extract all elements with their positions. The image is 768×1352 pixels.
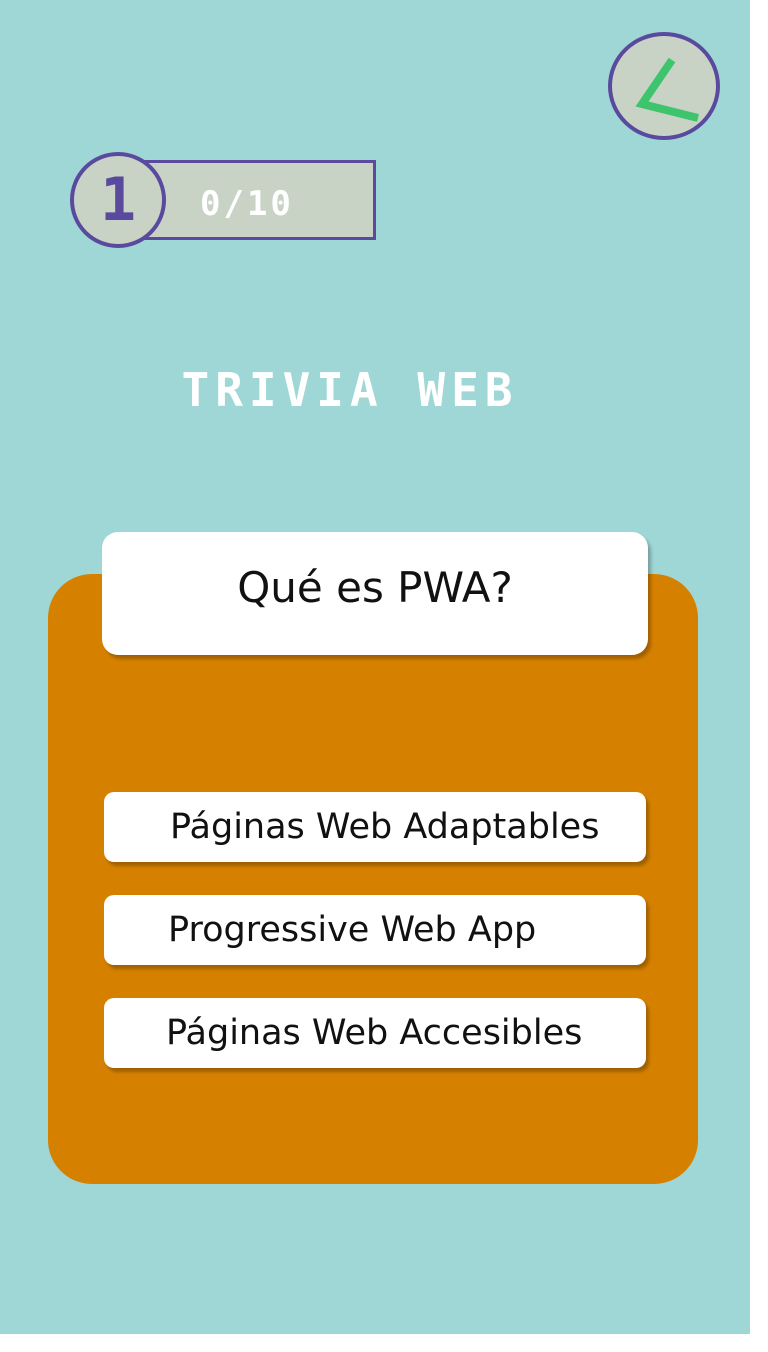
trivia-screen: 0/10 1 TRIVIA WEB Qué es PWA? Páginas We… [0, 0, 750, 1334]
answer-label: Páginas Web Adaptables [170, 807, 600, 847]
answer-option-2[interactable]: Progressive Web App [104, 895, 646, 965]
answer-label: Progressive Web App [168, 910, 537, 950]
page-title: TRIVIA WEB [181, 363, 519, 417]
question-box: Qué es PWA? [102, 532, 648, 655]
answer-option-1[interactable]: Páginas Web Adaptables [104, 792, 646, 862]
answer-option-3[interactable]: Páginas Web Accesibles [104, 998, 646, 1068]
question-text: Qué es PWA? [237, 563, 513, 612]
answer-label: Páginas Web Accesibles [166, 1013, 583, 1053]
level-badge: 1 [70, 152, 166, 248]
level-number: 1 [99, 165, 137, 235]
clock-hand-icon [635, 57, 699, 122]
question-card [48, 574, 698, 1184]
timer [608, 32, 720, 140]
progress-counter: 0/10 [200, 184, 294, 224]
